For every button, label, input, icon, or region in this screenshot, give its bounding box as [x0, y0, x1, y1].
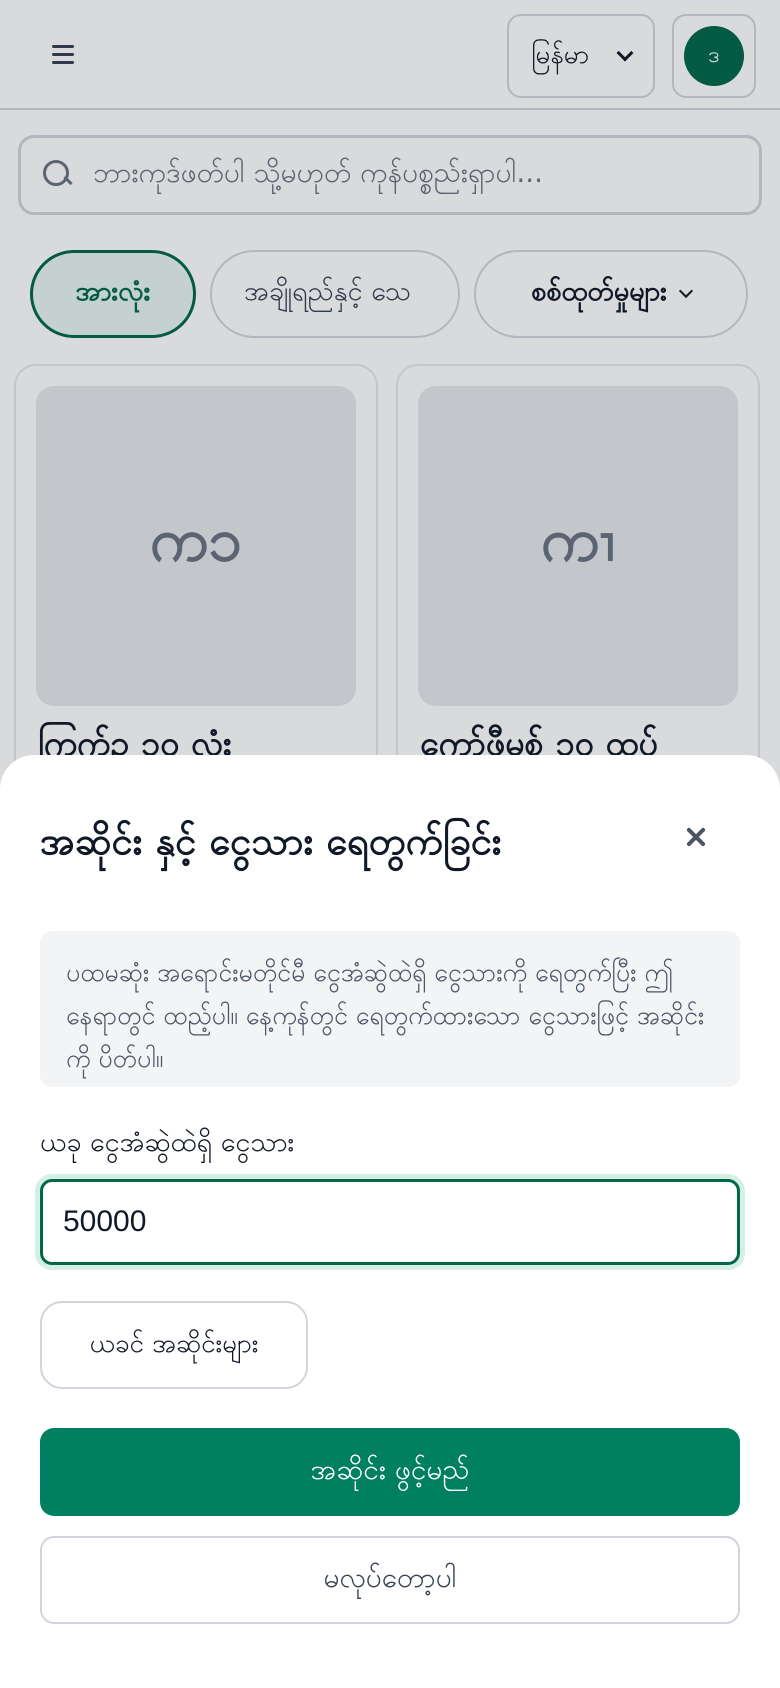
info-message: ပထမဆုံး အရောင်းမတိုင်မီ ငွေအံဆွဲထဲရှိ ငွ…	[40, 931, 740, 1087]
sheet-title: အဆိုင်း နှင့် ငွေသား ရေတွက်ခြင်း	[40, 819, 502, 863]
shift-cash-sheet: အဆိုင်း နှင့် ငွေသား ရေတွက်ခြင်း ပထမဆုံး…	[0, 755, 780, 1688]
cancel-button[interactable]: မလုပ်တော့ပါ	[40, 1536, 740, 1624]
cash-amount-input[interactable]	[40, 1179, 740, 1265]
cash-amount-label: ယခု ငွေအံဆွဲထဲရှိ ငွေသား	[40, 1127, 295, 1158]
open-shift-button[interactable]: အဆိုင်း ဖွင့်မည်	[40, 1428, 740, 1516]
close-icon[interactable]	[676, 817, 716, 857]
previous-shifts-button[interactable]: ယခင် အဆိုင်းများ	[40, 1301, 308, 1389]
